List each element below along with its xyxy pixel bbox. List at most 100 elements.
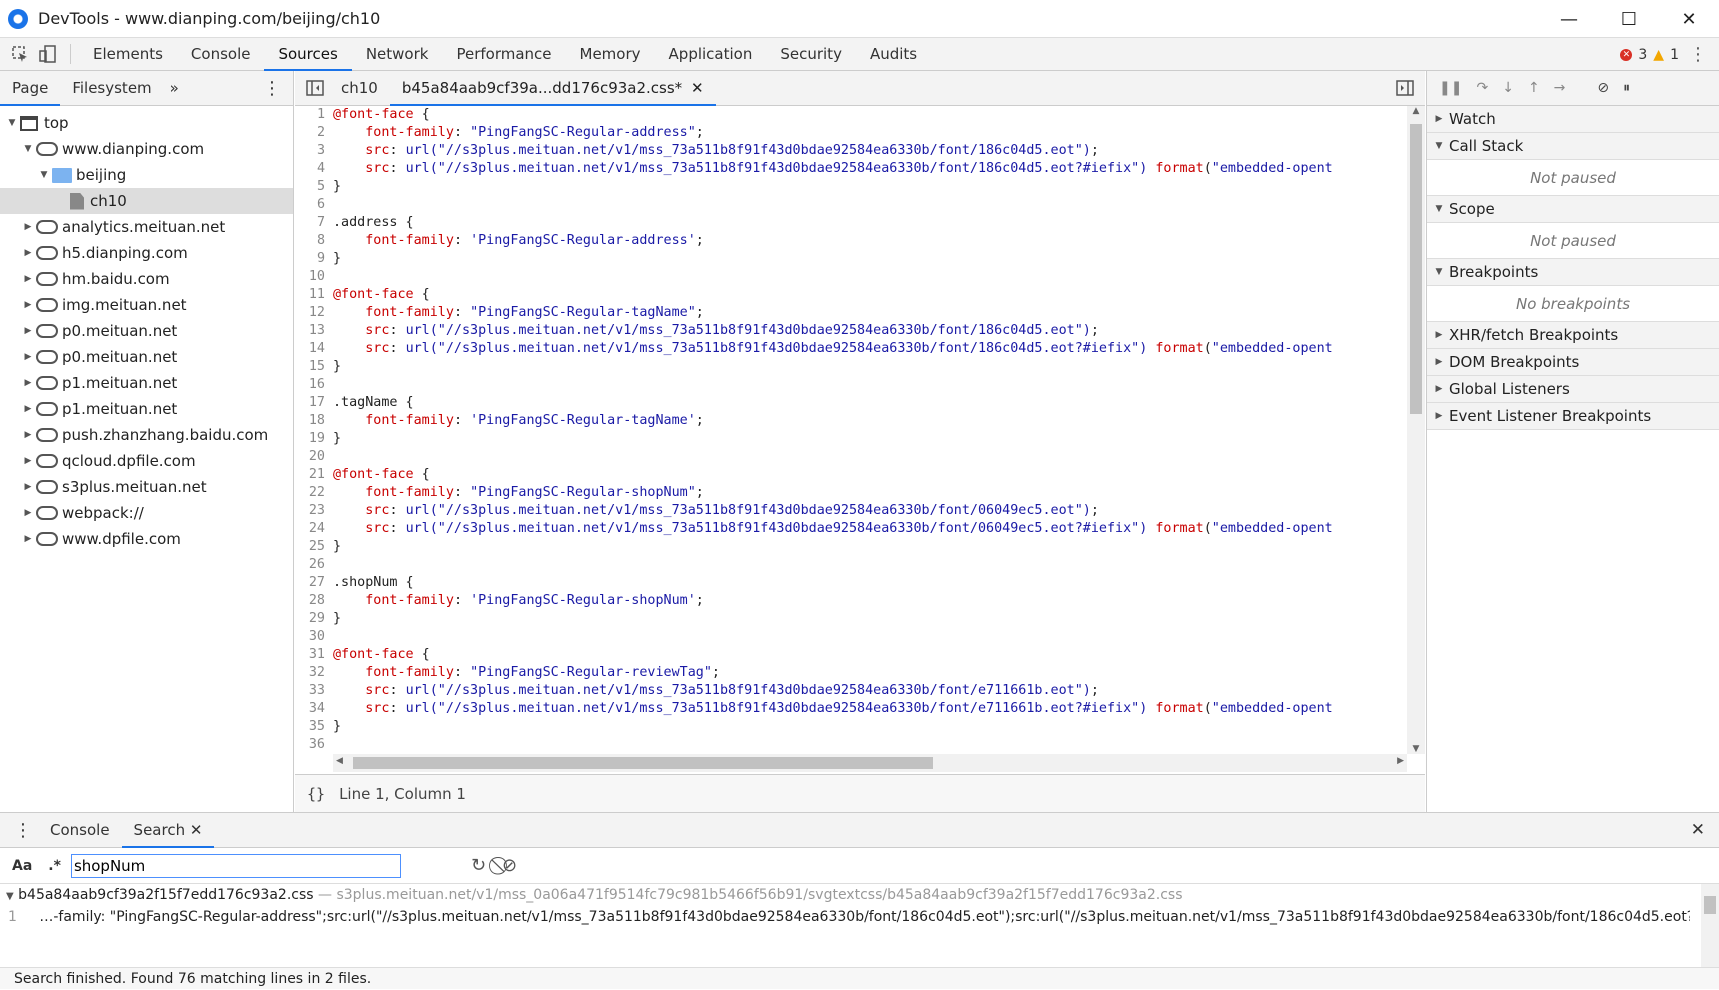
close-drawer-icon[interactable]: ✕ (1691, 820, 1705, 840)
step-over-icon[interactable]: ↷ (1476, 80, 1488, 96)
line-number[interactable]: 15 (295, 358, 333, 376)
tree-node[interactable]: ▶ qcloud.dpfile.com (0, 448, 293, 474)
line-number[interactable]: 21 (295, 466, 333, 484)
device-toolbar-icon[interactable] (34, 40, 62, 68)
toggle-navigator-icon[interactable] (301, 74, 329, 102)
collapsed-triangle-icon[interactable]: ▶ (22, 474, 34, 500)
collapsed-triangle-icon[interactable]: ▶ (22, 396, 34, 422)
line-number[interactable]: 22 (295, 484, 333, 502)
scroll-right-icon[interactable]: ▶ (1397, 756, 1404, 766)
line-number[interactable]: 26 (295, 556, 333, 574)
section-xhr-fetch-breakpoints[interactable]: ▶ XHR/fetch Breakpoints (1427, 322, 1719, 349)
line-number[interactable]: 8 (295, 232, 333, 250)
tab-memory[interactable]: Memory (566, 38, 655, 71)
tree-node[interactable]: ▶ hm.baidu.com (0, 266, 293, 292)
line-number[interactable]: 24 (295, 520, 333, 538)
tab-audits[interactable]: Audits (856, 38, 931, 71)
collapsed-triangle-icon[interactable]: ▶ (22, 370, 34, 396)
tree-node[interactable]: ▶ p0.meituan.net (0, 344, 293, 370)
pretty-print-icon[interactable]: {} (307, 785, 325, 803)
tab-console[interactable]: Console (177, 38, 265, 71)
line-number[interactable]: 7 (295, 214, 333, 232)
deactivate-breakpoints-icon[interactable]: ⊘ (1597, 80, 1609, 96)
tab-page[interactable]: Page (0, 71, 61, 106)
horizontal-scroll-thumb[interactable] (353, 757, 933, 769)
line-number[interactable]: 2 (295, 124, 333, 142)
collapsed-triangle-icon[interactable]: ▶ (22, 500, 34, 526)
tree-node[interactable]: ▶ img.meituan.net (0, 292, 293, 318)
tree-node[interactable]: ▼ beijing (0, 162, 293, 188)
collapsed-triangle-icon[interactable]: ▶ (22, 318, 34, 344)
tree-node[interactable]: ▶ s3plus.meituan.net (0, 474, 293, 500)
section-call-stack[interactable]: ▼ Call Stack (1427, 133, 1719, 160)
tab-elements[interactable]: Elements (79, 38, 177, 71)
drawer-tab-search[interactable]: Search ✕ (121, 813, 215, 848)
drawer-tab-console[interactable]: Console (38, 813, 122, 848)
collapsed-triangle-icon[interactable]: ▶ (22, 292, 34, 318)
line-number[interactable]: 12 (295, 304, 333, 322)
collapsed-triangle-icon[interactable]: ▶ (22, 344, 34, 370)
line-number[interactable]: 30 (295, 628, 333, 646)
line-number[interactable]: 9 (295, 250, 333, 268)
line-number[interactable]: 31 (295, 646, 333, 664)
match-case-toggle[interactable]: Aa (12, 858, 32, 874)
line-number[interactable]: 16 (295, 376, 333, 394)
collapsed-triangle-icon[interactable]: ▶ (22, 422, 34, 448)
step-icon[interactable]: → (1554, 80, 1566, 96)
tree-node[interactable]: ▶ webpack:// (0, 500, 293, 526)
tab-performance[interactable]: Performance (442, 38, 565, 71)
line-number[interactable]: 27 (295, 574, 333, 592)
collapsed-triangle-icon[interactable]: ▶ (22, 448, 34, 474)
line-number[interactable]: 17 (295, 394, 333, 412)
tab-ch10[interactable]: ch10 (329, 71, 390, 106)
step-into-icon[interactable]: ↓ (1502, 80, 1514, 96)
step-out-icon[interactable]: ↑ (1528, 80, 1540, 96)
tree-node[interactable]: ▶ www.dpfile.com (0, 526, 293, 552)
line-number[interactable]: 3 (295, 142, 333, 160)
tab-security[interactable]: Security (766, 38, 856, 71)
customize-menu-icon[interactable]: ⋮ (1689, 38, 1707, 71)
section-watch[interactable]: ▶ Watch (1427, 106, 1719, 133)
tree-node[interactable]: ch10 (0, 188, 293, 214)
tab-css-file[interactable]: b45a84aab9cf39a...dd176c93a2.css* ✕ (389, 71, 716, 106)
scroll-up-icon[interactable]: ▲ (1407, 106, 1425, 116)
section-event-listener-breakpoints[interactable]: ▶ Event Listener Breakpoints (1427, 403, 1719, 430)
line-number[interactable]: 19 (295, 430, 333, 448)
line-number[interactable]: 11 (295, 286, 333, 304)
line-number[interactable]: 1 (295, 106, 333, 124)
expanded-triangle-icon[interactable]: ▼ (38, 162, 50, 188)
close-window-button[interactable]: ✕ (1659, 0, 1719, 38)
expanded-triangle-icon[interactable]: ▼ (6, 110, 18, 136)
drawer-menu-icon[interactable]: ⋮ (14, 820, 32, 841)
clear-search-icon[interactable]: ⃠⊘ (502, 855, 517, 876)
line-number[interactable]: 28 (295, 592, 333, 610)
line-number[interactable]: 10 (295, 268, 333, 286)
vertical-scroll-thumb[interactable] (1410, 124, 1422, 414)
tree-node[interactable]: ▶ p1.meituan.net (0, 370, 293, 396)
line-number[interactable]: 32 (295, 664, 333, 682)
tab-filesystem[interactable]: Filesystem (60, 71, 163, 106)
tab-sources[interactable]: Sources (264, 38, 352, 71)
section-dom-breakpoints[interactable]: ▶ DOM Breakpoints (1427, 349, 1719, 376)
close-search-tab-icon[interactable]: ✕ (190, 821, 203, 839)
line-number[interactable]: 33 (295, 682, 333, 700)
result-line-row[interactable]: 1 …-family: "PingFangSC-Regular-address"… (0, 906, 1690, 928)
scroll-left-icon[interactable]: ◀ (336, 756, 343, 766)
tree-node[interactable]: ▶ h5.dianping.com (0, 240, 293, 266)
line-number[interactable]: 13 (295, 322, 333, 340)
line-number[interactable]: 18 (295, 412, 333, 430)
line-number[interactable]: 35 (295, 718, 333, 736)
search-input[interactable] (70, 853, 401, 878)
section-scope[interactable]: ▼ Scope (1427, 196, 1719, 223)
result-file-row[interactable]: ▼ b45a84aab9cf39a2f15f7edd176c93a2.css —… (0, 884, 1719, 906)
maximize-button[interactable]: ☐ (1599, 0, 1659, 38)
minimize-button[interactable]: — (1539, 0, 1599, 38)
navigator-menu-icon[interactable]: ⋮ (251, 71, 293, 106)
section-breakpoints[interactable]: ▼ Breakpoints (1427, 259, 1719, 286)
tab-network[interactable]: Network (352, 38, 443, 71)
tree-node[interactable]: ▶ analytics.meituan.net (0, 214, 293, 240)
pause-on-exceptions-icon[interactable]: ⏸ (1623, 80, 1630, 96)
editor-horizontal-scrollbar[interactable]: ◀ ▶ (333, 754, 1407, 772)
collapsed-triangle-icon[interactable]: ▶ (22, 240, 34, 266)
regex-toggle[interactable]: .* (48, 858, 61, 874)
